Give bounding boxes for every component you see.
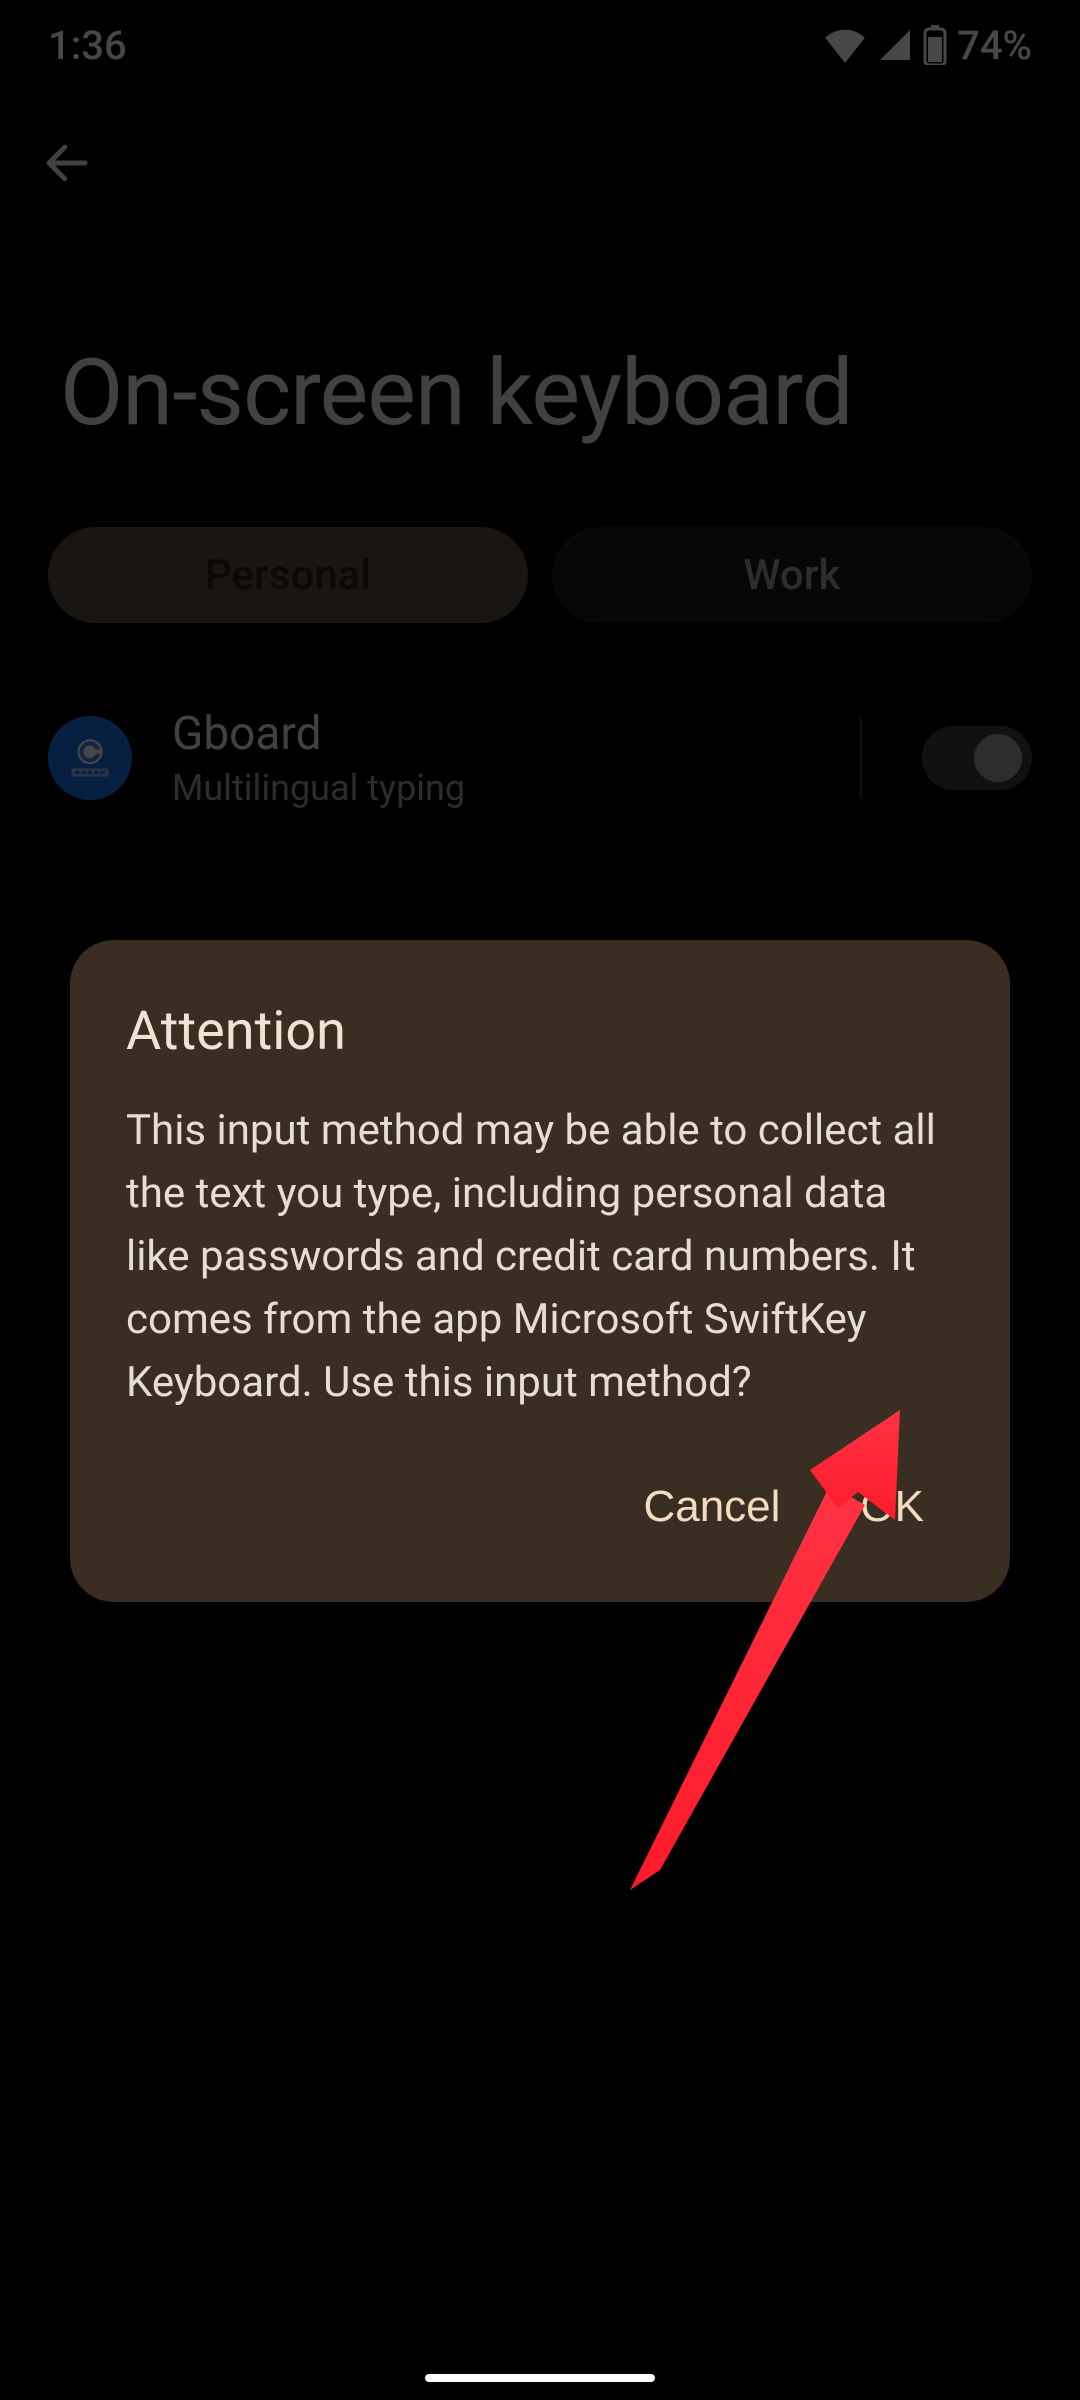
- cancel-button[interactable]: Cancel: [633, 1462, 790, 1552]
- dialog-body: This input method may be able to collect…: [126, 1099, 954, 1414]
- dialog-title: Attention: [126, 1000, 954, 1063]
- nav-handle[interactable]: [425, 2374, 655, 2382]
- ok-button[interactable]: OK: [850, 1462, 934, 1552]
- attention-dialog: Attention This input method may be able …: [70, 940, 1010, 1602]
